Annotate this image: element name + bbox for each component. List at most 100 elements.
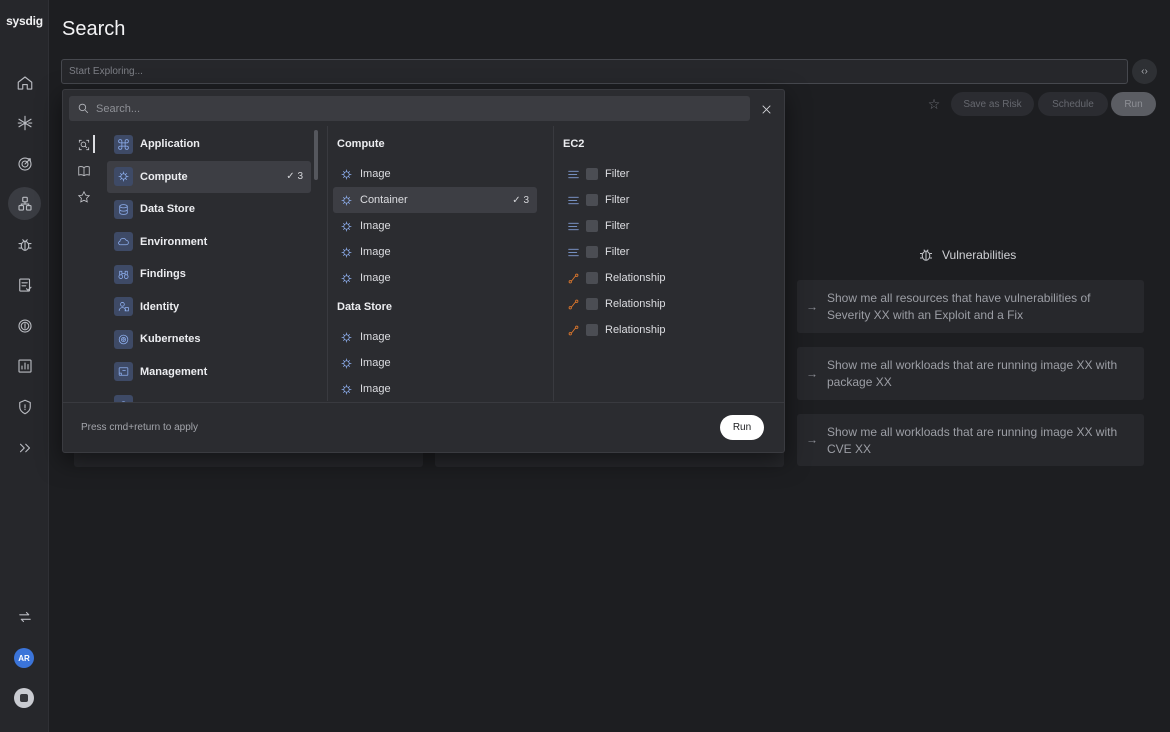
relationship-icon bbox=[566, 297, 580, 311]
home-icon[interactable] bbox=[8, 66, 41, 99]
filter-option[interactable]: Filter bbox=[559, 161, 779, 187]
footer-divider bbox=[63, 402, 784, 403]
category-item-environment[interactable]: Environment bbox=[107, 226, 311, 259]
category-item-findings[interactable]: Findings bbox=[107, 258, 311, 291]
category-item-management[interactable]: Management bbox=[107, 356, 311, 389]
favorites-star-icon[interactable] bbox=[73, 186, 95, 208]
category-list: Application Compute ✓ 3 Data Store Envir… bbox=[107, 128, 311, 402]
subcategory-item-image[interactable]: Image bbox=[333, 213, 537, 239]
relationship-icon bbox=[566, 323, 580, 337]
relationship-checkbox[interactable] bbox=[586, 272, 598, 284]
filter-option[interactable]: Filter bbox=[559, 187, 779, 213]
search-icon bbox=[78, 103, 89, 114]
column-divider bbox=[553, 126, 554, 401]
chart-icon[interactable] bbox=[8, 349, 41, 382]
filter-checkbox[interactable] bbox=[586, 168, 598, 180]
relationship-option[interactable]: Relationship bbox=[559, 291, 779, 317]
chip-icon bbox=[341, 273, 352, 283]
category-item-data-store[interactable]: Data Store bbox=[107, 193, 311, 226]
compute-heading: Compute bbox=[337, 138, 385, 150]
filter-lines-icon bbox=[566, 167, 580, 181]
target-icon[interactable] bbox=[8, 147, 41, 180]
vulnerabilities-label: Vulnerabilities bbox=[942, 248, 1017, 262]
category-item-compute[interactable]: Compute ✓ 3 bbox=[107, 160, 311, 193]
category-label: Findings bbox=[140, 268, 186, 281]
help-icon[interactable] bbox=[14, 688, 34, 708]
category-item-partial[interactable] bbox=[107, 388, 311, 402]
subcategory-item-container[interactable]: Container ✓ 3 bbox=[333, 187, 537, 213]
panel-search-input[interactable] bbox=[90, 96, 750, 121]
close-icon[interactable] bbox=[757, 100, 775, 118]
mode-switcher bbox=[73, 134, 95, 212]
subcategory-item-image[interactable]: Image bbox=[333, 324, 537, 350]
report-icon[interactable] bbox=[8, 268, 41, 301]
left-rail: sysdig AR bbox=[0, 0, 49, 732]
category-label: Compute bbox=[140, 170, 188, 183]
category-item-application[interactable]: Application bbox=[107, 128, 311, 161]
binoculars-icon bbox=[114, 264, 133, 284]
kubernetes-icon bbox=[114, 329, 133, 349]
suggestion-card[interactable]: → Show me all workloads that are running… bbox=[797, 347, 1144, 400]
suggestion-card[interactable]: → Show me all workloads that are running… bbox=[797, 414, 1144, 466]
run-button[interactable]: Run bbox=[1111, 92, 1156, 116]
subcategory-label: Image bbox=[360, 246, 391, 258]
app-window: sysdig AR Search Start Exploring... ‹› ☆… bbox=[0, 0, 1170, 732]
category-label: Identity bbox=[140, 300, 180, 313]
panel-run-button[interactable]: Run bbox=[720, 415, 764, 440]
relationship-option[interactable]: Relationship bbox=[559, 265, 779, 291]
arrow-right-icon: → bbox=[806, 366, 818, 380]
expand-icon[interactable] bbox=[8, 431, 41, 464]
chip-icon bbox=[341, 247, 352, 257]
category-item-kubernetes[interactable]: Kubernetes bbox=[107, 323, 311, 356]
subcategory-label: Image bbox=[360, 272, 391, 284]
filter-lines-icon bbox=[566, 219, 580, 233]
code-toggle-icon[interactable]: ‹› bbox=[1132, 59, 1157, 84]
filter-option[interactable]: Filter bbox=[559, 239, 779, 265]
subcategory-item-image[interactable]: Image bbox=[333, 350, 537, 376]
chip-icon bbox=[341, 195, 352, 205]
category-item-identity[interactable]: Identity bbox=[107, 291, 311, 324]
filter-option[interactable]: Filter bbox=[559, 213, 779, 239]
subcategory-label: Image bbox=[360, 357, 391, 369]
bug-icon[interactable] bbox=[8, 228, 41, 261]
option-label: Relationship bbox=[605, 298, 666, 310]
data-store-heading: Data Store bbox=[337, 301, 393, 313]
category-label: Environment bbox=[140, 235, 208, 248]
management-icon bbox=[114, 362, 133, 382]
subcategory-label: Container bbox=[360, 194, 408, 206]
relationship-icon bbox=[566, 271, 580, 285]
avatar[interactable]: AR bbox=[14, 648, 34, 668]
filter-checkbox[interactable] bbox=[586, 246, 598, 258]
save-as-risk-button[interactable]: Save as Risk bbox=[951, 92, 1034, 116]
inventory-icon[interactable] bbox=[8, 187, 41, 220]
integrations-icon[interactable] bbox=[8, 106, 41, 139]
filter-checkbox[interactable] bbox=[586, 194, 598, 206]
filter-checkbox[interactable] bbox=[586, 220, 598, 232]
explore-mode-icon[interactable] bbox=[73, 134, 95, 156]
subcategory-item-image[interactable]: Image bbox=[333, 161, 537, 187]
subcategory-label: Image bbox=[360, 383, 391, 395]
selected-count: ✓ 3 bbox=[286, 171, 303, 183]
relationship-option[interactable]: Relationship bbox=[559, 317, 779, 343]
explore-input[interactable] bbox=[61, 59, 1128, 84]
sync-icon[interactable] bbox=[8, 600, 41, 633]
arrow-right-icon: → bbox=[806, 299, 818, 313]
chip-icon bbox=[341, 169, 352, 179]
subcategory-item-image[interactable]: Image bbox=[333, 265, 537, 291]
option-label: Filter bbox=[605, 168, 630, 180]
suggestion-card[interactable]: → Show me all resources that have vulner… bbox=[797, 280, 1144, 333]
explore-dropdown: Application Compute ✓ 3 Data Store Envir… bbox=[62, 89, 785, 453]
filter-lines-icon bbox=[566, 193, 580, 207]
category-scrollbar[interactable] bbox=[314, 130, 318, 180]
book-icon[interactable] bbox=[73, 160, 95, 182]
star-icon[interactable]: ☆ bbox=[925, 95, 943, 113]
subcategory-item-image[interactable]: Image bbox=[333, 239, 537, 265]
sysdig-logo: sysdig bbox=[6, 14, 43, 28]
relationship-checkbox[interactable] bbox=[586, 324, 598, 336]
category-label: Management bbox=[140, 365, 208, 378]
subcategory-item-image[interactable]: Image bbox=[333, 376, 537, 402]
relationship-checkbox[interactable] bbox=[586, 298, 598, 310]
schedule-button[interactable]: Schedule bbox=[1038, 92, 1108, 116]
shield-icon[interactable] bbox=[8, 390, 41, 423]
fingerprint-icon[interactable] bbox=[8, 309, 41, 342]
